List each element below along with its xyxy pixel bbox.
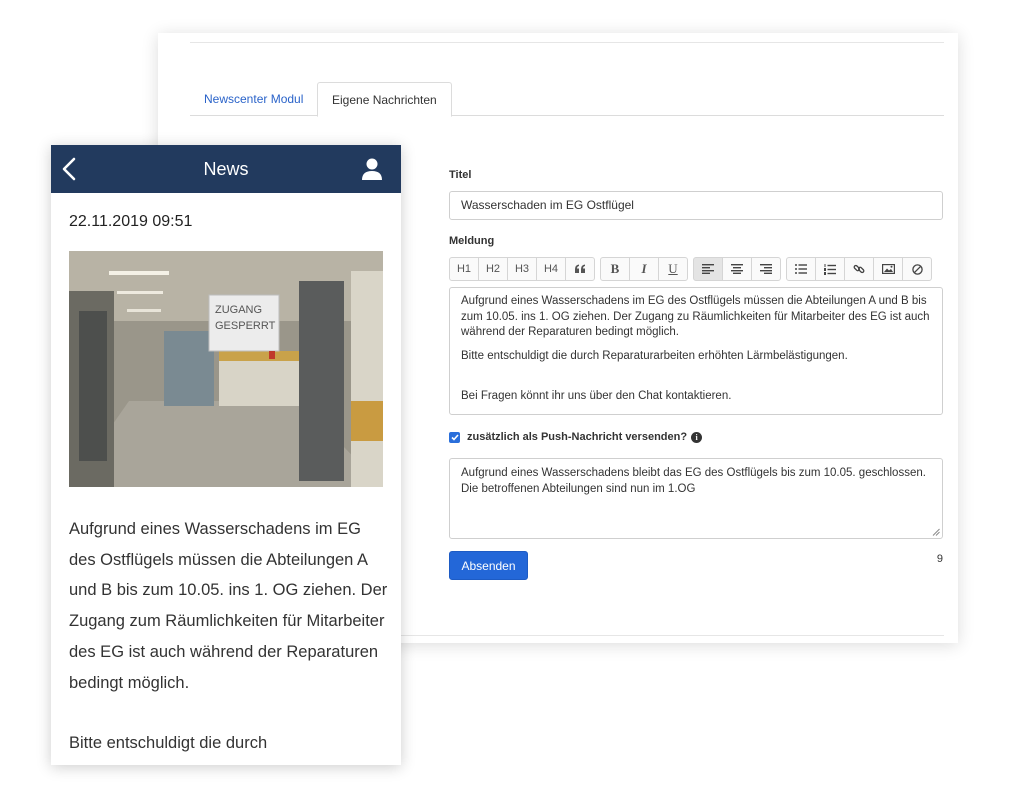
news-paragraph: Aufgrund eines Wasserschadens im EG des … [69,520,388,692]
tab-bar: Newscenter Modul Eigene Nachrichten [190,82,944,117]
resize-handle-icon[interactable] [932,528,940,536]
send-button[interactable]: Absenden [449,551,528,580]
character-counter: 9 [936,553,943,565]
link-button[interactable] [844,257,874,281]
mobile-title: News [203,159,249,179]
bullet-list-button[interactable] [786,257,816,281]
info-icon[interactable]: i [691,431,703,443]
checkmark-icon [450,433,459,441]
editor-toolbar: H1 H2 H3 H4 B I U [449,257,937,281]
quote-icon [575,264,585,273]
tab-eigene-nachrichten[interactable]: Eigene Nachrichten [317,82,452,117]
image-button[interactable] [873,257,903,281]
link-icon [853,264,865,274]
message-editor[interactable]: Aufgrund eines Wasserschadens im EG des … [449,287,943,415]
h4-button[interactable]: H4 [536,257,566,281]
news-photo: ZUGANG GESPERRT [69,251,383,487]
push-checkbox[interactable] [449,431,460,443]
push-checkbox-label[interactable]: zusätzlich als Push-Nachricht versenden? [467,431,687,443]
bold-button[interactable]: B [600,257,630,281]
align-center-icon [731,264,743,274]
title-input[interactable]: Wasserschaden im EG Ostflügel [449,191,943,220]
photo-sign-line-2: GESPERRT [215,320,276,332]
numbered-list-icon [824,263,836,275]
align-right-button[interactable] [751,257,781,281]
message-paragraph: Bitte entschuldigt die durch Reparaturar… [461,349,848,362]
mobile-header: News [51,145,401,193]
divider [190,42,944,43]
message-paragraph: Aufgrund eines Wasserschadens im EG des … [461,295,930,338]
underline-button[interactable]: U [658,257,688,281]
push-option: zusätzlich als Push-Nachricht versenden?… [449,429,703,445]
h3-button[interactable]: H3 [507,257,537,281]
h1-button[interactable]: H1 [449,257,479,281]
quote-button[interactable] [565,257,595,281]
message-label: Meldung [449,235,495,247]
h2-button[interactable]: H2 [478,257,508,281]
image-icon [881,264,895,274]
align-right-icon [760,264,772,274]
title-label: Titel [449,169,472,181]
push-message-text: Aufgrund eines Wasserschadens bleibt das… [461,467,926,495]
user-icon[interactable] [362,158,382,180]
mobile-preview: News 22.11.2019 09:51 ZUGANG GESPERRT Au… [51,145,401,765]
bullet-list-icon [795,264,807,274]
push-message-textarea[interactable]: Aufgrund eines Wasserschadens bleibt das… [449,458,943,539]
align-left-icon [702,264,714,274]
numbered-list-button[interactable] [815,257,845,281]
news-date: 22.11.2019 09:51 [69,213,193,230]
news-paragraph: Bitte entschuldigt die durch [69,734,268,753]
message-paragraph: Bei Fragen könnt ihr uns über den Chat k… [461,390,732,402]
clear-format-icon [911,263,923,275]
align-center-button[interactable] [722,257,752,281]
clear-format-button[interactable] [902,257,932,281]
photo-sign-line-1: ZUGANG [215,304,262,316]
tab-newscenter-modul[interactable]: Newscenter Modul [190,82,317,116]
italic-button[interactable]: I [629,257,659,281]
news-body: Aufgrund eines Wasserschadens im EG des … [69,514,389,759]
align-left-button[interactable] [693,257,723,281]
